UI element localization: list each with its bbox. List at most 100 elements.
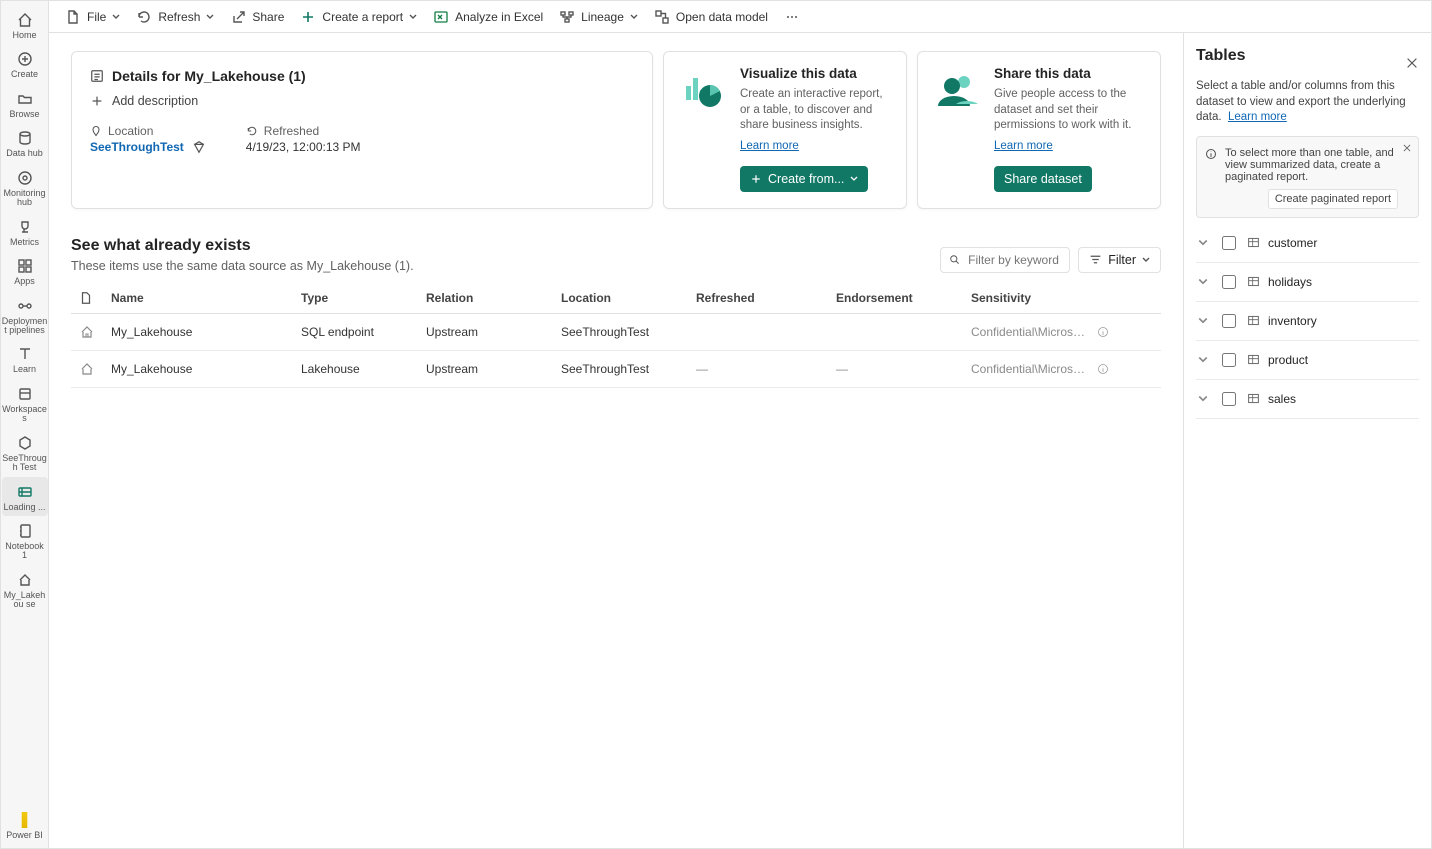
nav-notebook[interactable]: Notebook 1 [2,516,48,565]
expand-icon[interactable] [1198,238,1210,248]
table-row[interactable]: My_LakehouseLakehouseUpstreamSeeThroughT… [71,350,1161,387]
table-checkbox[interactable] [1222,392,1236,406]
cmd-file[interactable]: File [59,6,126,28]
nav-label: My_Lakehou se [2,591,48,610]
col-sensitivity[interactable]: Sensitivity [963,283,1161,314]
table-row-product[interactable]: product [1196,341,1419,380]
cmd-analyze-excel[interactable]: Analyze in Excel [427,6,549,28]
cell-type: SQL endpoint [293,313,418,350]
table-icon [1247,353,1260,366]
refreshed-value: 4/19/23, 12:00:13 PM [246,140,361,154]
cmd-overflow[interactable] [778,6,806,28]
cmd-label: Share [252,10,284,24]
cmd-lineage[interactable]: Lineage [553,6,644,28]
col-type[interactable]: Type [293,283,418,314]
cmd-create-report[interactable]: Create a report [294,6,423,28]
nav-create[interactable]: Create [2,44,48,83]
tables-learn-link[interactable]: Learn more [1228,111,1287,123]
chevron-down-icon [112,13,120,21]
table-name: inventory [1268,314,1317,328]
table-row[interactable]: My_LakehouseSQL endpointUpstreamSeeThrou… [71,313,1161,350]
expand-icon[interactable] [1198,355,1210,365]
col-name[interactable]: Name [103,283,293,314]
people-illustration-icon [934,66,982,114]
table-row-inventory[interactable]: inventory [1196,302,1419,341]
excel-icon [433,9,449,25]
details-card: Details for My_Lakehouse (1) Add descrip… [71,51,653,209]
data-model-icon [654,9,670,25]
cell-sensitivity: Confidential\Microsoft Exten... [963,350,1161,387]
create-paginated-button[interactable]: Create paginated report [1268,189,1398,209]
tip-callout: To select more than one table, and view … [1196,136,1419,218]
cmd-open-data-model[interactable]: Open data model [648,6,774,28]
col-refreshed[interactable]: Refreshed [688,283,828,314]
nav-pipelines[interactable]: Deployment pipelines [2,291,48,340]
cmd-share[interactable]: Share [224,6,290,28]
close-icon[interactable] [1405,56,1419,70]
cards-row: Details for My_Lakehouse (1) Add descrip… [71,51,1161,209]
nav-learn[interactable]: Learn [2,339,48,378]
share-dataset-button[interactable]: Share dataset [994,166,1092,192]
nav-browse[interactable]: Browse [2,84,48,123]
refresh-icon [136,9,152,25]
nav-data-hub[interactable]: Data hub [2,123,48,162]
plus-circle-icon [16,50,34,68]
expand-icon[interactable] [1198,316,1210,326]
tip-close-icon[interactable] [1402,143,1412,153]
notebook-icon [16,522,34,540]
nav-apps[interactable]: Apps [2,251,48,290]
table-row-holidays[interactable]: holidays [1196,263,1419,302]
details-title: Details for My_Lakehouse (1) [112,68,306,84]
nav-workspaces[interactable]: Workspaces [2,379,48,428]
nav-lakehouse[interactable]: My_Lakehou se [2,565,48,614]
nav-home[interactable]: Home [2,5,48,44]
apps-icon [16,257,34,275]
col-location[interactable]: Location [553,283,688,314]
table-checkbox[interactable] [1222,314,1236,328]
tables-panel: Tables Select a table and/or columns fro… [1183,33,1431,848]
viz-learn-link[interactable]: Learn more [740,140,799,152]
table-icon [1247,392,1260,405]
table-checkbox[interactable] [1222,275,1236,289]
table-name: product [1268,353,1308,367]
table-checkbox[interactable] [1222,236,1236,250]
expand-icon[interactable] [1198,394,1210,404]
filter-input[interactable] [966,252,1061,268]
cmd-refresh[interactable]: Refresh [130,6,220,28]
table-checkbox[interactable] [1222,353,1236,367]
nav-workspace-seethrough[interactable]: SeeThrough Test [2,428,48,477]
search-icon [949,253,960,266]
nav-monitoring[interactable]: Monitoring hub [2,163,48,212]
cell-refreshed [688,313,828,350]
existing-section: See what already exists These items use … [71,237,1161,388]
table-name: holidays [1268,275,1312,289]
nav-label: Data hub [6,149,43,158]
tables-list: customer holidays inventory product sales [1196,224,1419,419]
location-link[interactable]: SeeThroughTest [90,140,184,154]
expand-icon[interactable] [1198,277,1210,287]
table-row-customer[interactable]: customer [1196,224,1419,263]
col-endorsement[interactable]: Endorsement [828,283,963,314]
database-icon [16,129,34,147]
table-icon [1247,236,1260,249]
cell-location: SeeThroughTest [553,350,688,387]
share-learn-link[interactable]: Learn more [994,140,1053,152]
row-icon [71,313,103,350]
row-icon [71,350,103,387]
info-icon [1205,148,1217,160]
nav-loading[interactable]: Loading ... [2,477,48,516]
cell-endorsement [828,313,963,350]
book-icon [16,345,34,363]
monitor-icon [16,169,34,187]
filter-searchbox[interactable] [940,247,1070,273]
table-row-sales[interactable]: sales [1196,380,1419,419]
plus-icon [300,9,316,25]
nav-label: SeeThrough Test [2,454,48,473]
cmd-label: File [87,10,106,24]
create-from-button[interactable]: Create from... [740,166,868,192]
add-description-button[interactable]: Add description [90,92,634,110]
nav-metrics[interactable]: Metrics [2,212,48,251]
cell-endorsement: — [828,350,963,387]
col-relation[interactable]: Relation [418,283,553,314]
filter-button[interactable]: Filter [1078,247,1161,273]
